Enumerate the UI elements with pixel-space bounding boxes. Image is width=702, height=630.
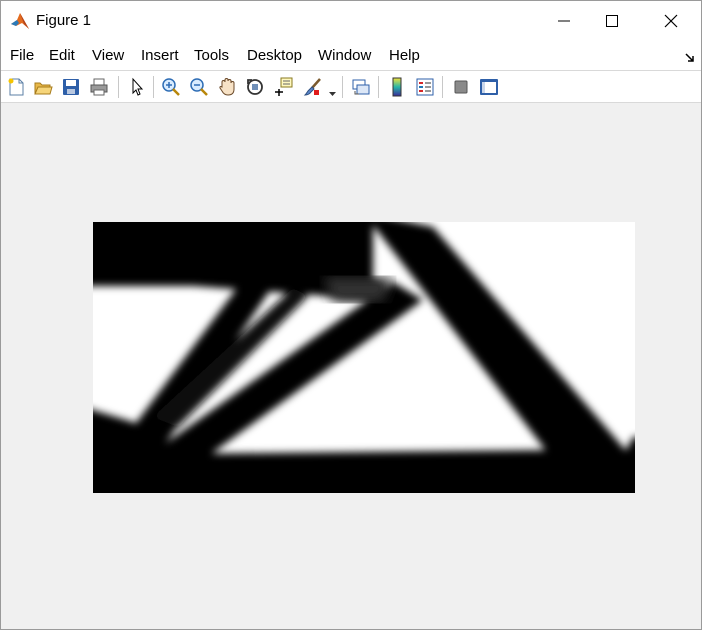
figure-toolbar xyxy=(1,70,701,103)
pan-button[interactable] xyxy=(215,75,239,99)
window-title: Figure 1 xyxy=(36,12,92,29)
insert-legend-button[interactable] xyxy=(413,75,437,99)
select-arrow-icon xyxy=(132,77,144,96)
maximize-icon xyxy=(606,15,618,27)
menu-view[interactable]: View xyxy=(92,47,124,64)
menu-bar: File Edit View Insert Tools Desktop Wind… xyxy=(1,41,701,70)
close-button[interactable] xyxy=(648,1,694,41)
dock-arrow-icon[interactable] xyxy=(685,50,695,68)
topology-image[interactable] xyxy=(93,222,635,493)
figure-canvas xyxy=(1,103,701,629)
zoom-out-button[interactable] xyxy=(187,75,211,99)
menu-insert[interactable]: Insert xyxy=(141,47,179,64)
menu-edit[interactable]: Edit xyxy=(49,47,75,64)
menu-file[interactable]: File xyxy=(10,47,34,64)
show-plot-tools-icon xyxy=(480,79,498,95)
toolbar-separator xyxy=(153,76,154,98)
print-button[interactable] xyxy=(87,75,111,99)
hide-plot-tools-button[interactable] xyxy=(449,75,473,99)
matlab-logo-icon xyxy=(10,11,30,31)
figure-window: Figure 1 File Edit View Insert Tools Des… xyxy=(0,0,702,630)
brush-icon xyxy=(303,78,321,96)
print-icon xyxy=(90,78,108,96)
open-file-icon xyxy=(34,82,53,95)
data-cursor-button[interactable] xyxy=(271,75,295,99)
insert-colorbar-icon xyxy=(392,77,402,97)
new-figure-button[interactable] xyxy=(4,75,28,99)
save-icon xyxy=(63,79,79,95)
insert-legend-icon xyxy=(416,78,434,96)
brush-button[interactable] xyxy=(301,75,325,99)
rotate-3d-button[interactable] xyxy=(243,75,267,99)
new-figure-icon xyxy=(8,78,24,96)
minimize-button[interactable] xyxy=(541,1,587,41)
insert-colorbar-button[interactable] xyxy=(385,75,409,99)
menu-help[interactable]: Help xyxy=(389,47,420,64)
menu-desktop[interactable]: Desktop xyxy=(247,47,302,64)
link-plot-button[interactable] xyxy=(349,75,373,99)
brush-dropdown-icon[interactable] xyxy=(329,84,336,102)
save-button[interactable] xyxy=(59,75,83,99)
toolbar-separator xyxy=(442,76,443,98)
close-icon xyxy=(664,14,678,28)
toolbar-separator xyxy=(342,76,343,98)
minimize-icon xyxy=(558,20,570,22)
data-cursor-icon xyxy=(275,77,293,96)
menu-window[interactable]: Window xyxy=(318,47,371,64)
pan-hand-icon xyxy=(219,77,235,96)
zoom-out-icon xyxy=(190,78,208,96)
maximize-button[interactable] xyxy=(589,1,635,41)
show-plot-tools-button[interactable] xyxy=(477,75,501,99)
link-plot-icon xyxy=(352,79,370,95)
toolbar-separator xyxy=(378,76,379,98)
toolbar-separator xyxy=(118,76,119,98)
rotate-3d-icon xyxy=(247,79,263,95)
zoom-in-button[interactable] xyxy=(159,75,183,99)
zoom-in-icon xyxy=(162,78,180,96)
menu-tools[interactable]: Tools xyxy=(194,47,229,64)
hide-plot-tools-icon xyxy=(454,80,468,94)
open-file-button[interactable] xyxy=(31,75,55,99)
title-bar[interactable]: Figure 1 xyxy=(1,1,701,41)
select-button[interactable] xyxy=(125,75,149,99)
